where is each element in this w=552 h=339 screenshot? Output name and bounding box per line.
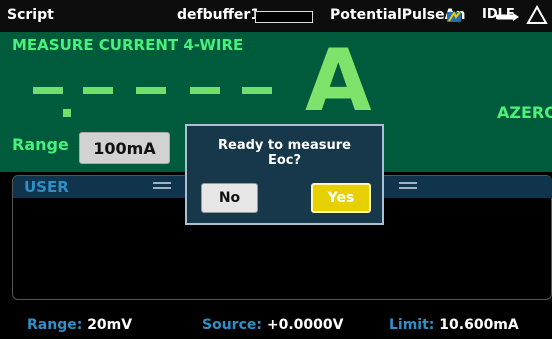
source-range-key: Range: — [27, 317, 83, 333]
limit-info[interactable]: Limit: 10.600mA — [389, 317, 519, 333]
reading-dash — [136, 87, 166, 94]
reading-dash — [33, 87, 63, 94]
reading-unit: A — [305, 31, 372, 131]
autozero-indicator: AZERO — [497, 103, 552, 122]
dialog-message-line1: Ready to measure — [218, 138, 351, 153]
source-value: +0.0000V — [266, 317, 344, 333]
source-value-info[interactable]: Source: +0.0000V — [202, 317, 343, 333]
buffer-name[interactable]: defbuffer1 — [177, 7, 260, 23]
reading-decimal-point — [63, 109, 71, 117]
idle-arrow-icon — [496, 13, 519, 21]
dialog-message-line2: Eoc? — [267, 153, 302, 168]
reading-dash — [242, 87, 272, 94]
confirm-dialog: Ready to measure Eoc? No Yes — [185, 124, 384, 225]
range-button[interactable]: 100mA — [79, 132, 170, 164]
range-label: Range — [12, 135, 69, 154]
limit-key: Limit: — [389, 317, 435, 333]
source-key: Source: — [202, 317, 262, 333]
swipe-grip-icon[interactable] — [399, 181, 417, 191]
no-button[interactable]: No — [201, 183, 258, 213]
buffer-bar-icon[interactable] — [255, 11, 313, 23]
limit-value: 10.600mA — [439, 317, 519, 333]
yes-button[interactable]: Yes — [311, 183, 371, 213]
warning-icon[interactable] — [526, 4, 548, 26]
swipe-grip-icon[interactable] — [153, 181, 171, 191]
reading-dash — [83, 87, 113, 94]
run-status-icon — [447, 10, 461, 22]
script-label[interactable]: Script — [7, 7, 54, 23]
reading-dash — [190, 87, 220, 94]
measure-function-title: MEASURE CURRENT 4-WIRE — [12, 36, 244, 54]
dialog-message: Ready to measure Eoc? — [187, 138, 382, 168]
source-range-value: 20mV — [87, 317, 133, 333]
source-range-info[interactable]: Range: 20mV — [27, 317, 132, 333]
swipe-user-tab[interactable]: USER — [20, 176, 174, 198]
